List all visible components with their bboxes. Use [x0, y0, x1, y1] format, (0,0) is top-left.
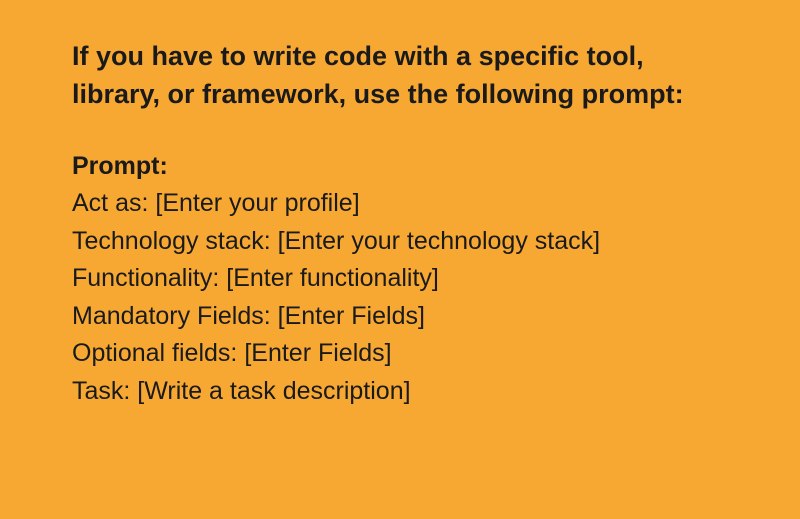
prompt-field-mandatory-fields: Mandatory Fields: [Enter Fields]	[72, 298, 728, 336]
field-label: Optional fields:	[72, 339, 244, 367]
field-label: Technology stack:	[72, 227, 278, 255]
heading-text: If you have to write code with a specifi…	[72, 38, 728, 114]
field-placeholder: [Enter Fields]	[278, 302, 425, 330]
field-label: Mandatory Fields:	[72, 302, 278, 330]
field-label: Act as:	[72, 189, 155, 217]
field-label: Task:	[72, 377, 137, 405]
prompt-field-act-as: Act as: [Enter your profile]	[72, 185, 728, 223]
field-placeholder: [Enter functionality]	[226, 264, 439, 292]
prompt-field-optional-fields: Optional fields: [Enter Fields]	[72, 335, 728, 373]
field-placeholder: [Enter Fields]	[244, 339, 391, 367]
prompt-label: Prompt:	[72, 148, 728, 186]
prompt-field-functionality: Functionality: [Enter functionality]	[72, 260, 728, 298]
field-placeholder: [Enter your profile]	[155, 189, 359, 217]
prompt-field-technology-stack: Technology stack: [Enter your technology…	[72, 223, 728, 261]
prompt-field-task: Task: [Write a task description]	[72, 373, 728, 411]
field-label: Functionality:	[72, 264, 226, 292]
field-placeholder: [Enter your technology stack]	[278, 227, 600, 255]
field-placeholder: [Write a task description]	[137, 377, 410, 405]
